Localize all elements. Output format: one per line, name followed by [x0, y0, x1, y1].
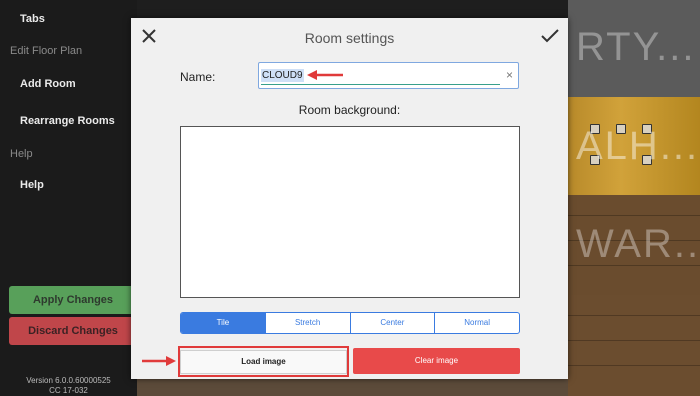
- build-text: CC 17-032: [49, 386, 88, 395]
- version-text: Version 6.0.0.60000525: [26, 376, 111, 385]
- room-tile-label: ALH...: [576, 124, 700, 168]
- floor-strip: [137, 378, 568, 396]
- room-tile-label: RTY...: [576, 25, 696, 69]
- sidebar-section-edit-floor-plan: Edit Floor Plan: [10, 45, 83, 57]
- screen: Tabs Edit Floor Plan Add Room Rearrange …: [0, 0, 700, 396]
- checkmark-icon[interactable]: [541, 28, 559, 44]
- sidebar-item-rearrange-rooms[interactable]: Rearrange Rooms: [20, 115, 115, 127]
- mode-tile-button[interactable]: Tile: [181, 313, 266, 333]
- name-value[interactable]: CLOUD9: [261, 69, 304, 82]
- sidebar-item-tabs[interactable]: Tabs: [20, 13, 45, 25]
- clear-field-icon[interactable]: ×: [506, 68, 513, 82]
- room-tiles-background: RTY... ALH... WAR... I: [568, 0, 700, 396]
- load-image-button[interactable]: Load image: [180, 350, 347, 374]
- discard-changes-button[interactable]: Discard Changes: [9, 317, 137, 345]
- room-tile: [568, 295, 700, 396]
- name-field[interactable]: CLOUD9 ×: [258, 62, 519, 89]
- annotation-arrow-icon: [307, 70, 343, 80]
- sidebar-item-help[interactable]: Help: [20, 179, 44, 191]
- annotation-arrow-icon: [142, 356, 176, 366]
- background-preview: [180, 126, 520, 298]
- room-background-label: Room background:: [298, 103, 401, 117]
- name-underline: [261, 84, 500, 85]
- sidebar-item-add-room[interactable]: Add Room: [20, 78, 76, 90]
- mode-stretch-button[interactable]: Stretch: [266, 313, 351, 333]
- clear-image-button[interactable]: Clear image: [353, 348, 520, 374]
- room-settings-dialog: Room settings Name: CLOUD9 × Room backgr…: [131, 18, 568, 379]
- room-tile-label: WAR... I: [576, 222, 700, 266]
- apply-changes-button[interactable]: Apply Changes: [9, 286, 137, 314]
- room-tile: ALH...: [568, 97, 700, 195]
- name-label: Name:: [180, 70, 216, 84]
- room-tile: WAR... I: [568, 195, 700, 295]
- mode-center-button[interactable]: Center: [351, 313, 436, 333]
- room-tile: RTY...: [568, 0, 700, 97]
- mode-normal-button[interactable]: Normal: [435, 313, 519, 333]
- sidebar-section-help: Help: [10, 148, 33, 160]
- sidebar: Tabs Edit Floor Plan Add Room Rearrange …: [0, 0, 137, 396]
- background-mode-selector: Tile Stretch Center Normal: [180, 312, 520, 334]
- dialog-title: Room settings: [304, 30, 395, 46]
